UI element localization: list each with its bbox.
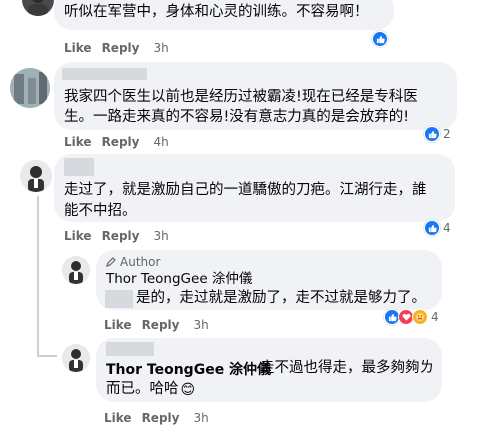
- comment-bubble: 听似在军营中，身体和心灵的训练。不容易啊！: [54, 0, 394, 30]
- reply-button[interactable]: Reply: [142, 318, 180, 332]
- like-reaction-icon: [372, 31, 388, 47]
- mention-redacted[interactable]: [105, 290, 133, 308]
- author-name-redacted[interactable]: [62, 68, 147, 80]
- care-reaction-icon: [412, 309, 428, 325]
- reply-button[interactable]: Reply: [142, 411, 180, 425]
- avatar[interactable]: [62, 344, 90, 372]
- like-button[interactable]: Like: [104, 411, 132, 425]
- comment-text-line-1: 走过了，就是激励自己的一道驕傲的刀疤。江湖行走，誰: [64, 182, 427, 198]
- timestamp[interactable]: 3h: [153, 229, 168, 243]
- reply-button[interactable]: Reply: [102, 41, 140, 55]
- like-button[interactable]: Like: [64, 41, 92, 55]
- author-badge: Author: [106, 255, 160, 269]
- reaction-count[interactable]: 4: [384, 309, 439, 325]
- avatar[interactable]: [20, 160, 52, 192]
- avatar[interactable]: [22, 0, 54, 16]
- timestamp[interactable]: 4h: [153, 135, 168, 149]
- reaction-count-value: 4: [431, 310, 439, 324]
- like-button[interactable]: Like: [64, 135, 92, 149]
- reply-button[interactable]: Reply: [102, 229, 140, 243]
- like-button[interactable]: Like: [64, 229, 92, 243]
- comment-text-line-2: 生。一路走来真的不容易!没有意志力真的是会放弃的!: [64, 109, 410, 125]
- reaction-count[interactable]: 4: [424, 220, 451, 236]
- reply-text-line-2-container: 而已。哈哈 😊: [106, 379, 195, 400]
- reaction-count-value: 4: [443, 221, 451, 235]
- author-badge-label: Author: [120, 255, 161, 269]
- reply-actions: Like Reply 3h: [104, 411, 209, 425]
- like-button[interactable]: Like: [104, 318, 132, 332]
- smile-emoji-icon: 😊: [180, 381, 196, 398]
- reaction-count-value: 2: [443, 127, 451, 141]
- avatar[interactable]: [10, 68, 50, 108]
- comment-2: 我家四个医生以前也是经历过被霸凌!现在已经是专科医 生。一路走来真的不容易!没有…: [0, 60, 499, 152]
- avatar[interactable]: [62, 256, 90, 284]
- reply-actions: Like Reply 3h: [104, 318, 209, 332]
- comment-actions: Like Reply 3h: [64, 229, 169, 243]
- pencil-icon: [106, 257, 116, 267]
- timestamp[interactable]: 3h: [193, 411, 208, 425]
- like-reaction-icon: [424, 220, 440, 236]
- comment-actions: Like Reply 3h: [64, 41, 169, 55]
- reply-bubble: Thor TeongGee 涂仲儀 走不過也得走，最多夠夠ㄌ 而已。哈哈 😊: [96, 338, 442, 402]
- comment-actions: Like Reply 4h: [64, 135, 169, 149]
- reply-author-name[interactable]: Thor TeongGee 涂仲儀: [106, 359, 271, 379]
- reply-text-line-1: 走不過也得走，最多夠夠ㄌ: [260, 360, 434, 376]
- reply-text-line-2: 而已。哈哈: [106, 381, 179, 397]
- like-reaction-icon: [424, 126, 440, 142]
- comment-text-line-2: 能不中招。: [64, 203, 137, 219]
- reply-button[interactable]: Reply: [102, 135, 140, 149]
- timestamp[interactable]: 3h: [153, 41, 168, 55]
- reply-author-name[interactable]: Thor TeongGee 涂仲儀: [106, 269, 252, 290]
- comment-3: 走过了，就是激励自己的一道驕傲的刀疤。江湖行走，誰 能不中招。 4 Like R…: [0, 152, 499, 248]
- comment-text: 听似在军营中，身体和心灵的训练。不容易啊！: [64, 4, 369, 20]
- reaction-count[interactable]: 2: [424, 126, 451, 142]
- comment-bubble: 走过了，就是激励自己的一道驕傲的刀疤。江湖行走，誰 能不中招。: [54, 154, 455, 222]
- comment-text-line-1: 我家四个医生以前也是经历过被霸凌!现在已经是专科医: [64, 89, 418, 105]
- reply-1: Author Thor TeongGee 涂仲儀 是的，走过就是激励了，走不过就…: [0, 248, 499, 338]
- author-name-redacted[interactable]: [64, 158, 94, 176]
- reply-text: 是的，走过就是激励了，走不过就是够力了。: [136, 290, 426, 306]
- reply-bubble: Author Thor TeongGee 涂仲儀 是的，走过就是激励了，走不过就…: [96, 250, 442, 310]
- comment-1: 听似在军营中，身体和心灵的训练。不容易啊！ Like Reply 3h: [0, 0, 499, 60]
- reaction-badge[interactable]: [372, 31, 388, 47]
- mention-redacted[interactable]: [106, 342, 154, 356]
- reply-2: Thor TeongGee 涂仲儀 走不過也得走，最多夠夠ㄌ 而已。哈哈 😊 L…: [0, 338, 499, 427]
- timestamp[interactable]: 3h: [193, 318, 208, 332]
- comment-bubble: 我家四个医生以前也是经历过被霸凌!现在已经是专科医 生。一路走来真的不容易!没有…: [54, 62, 457, 130]
